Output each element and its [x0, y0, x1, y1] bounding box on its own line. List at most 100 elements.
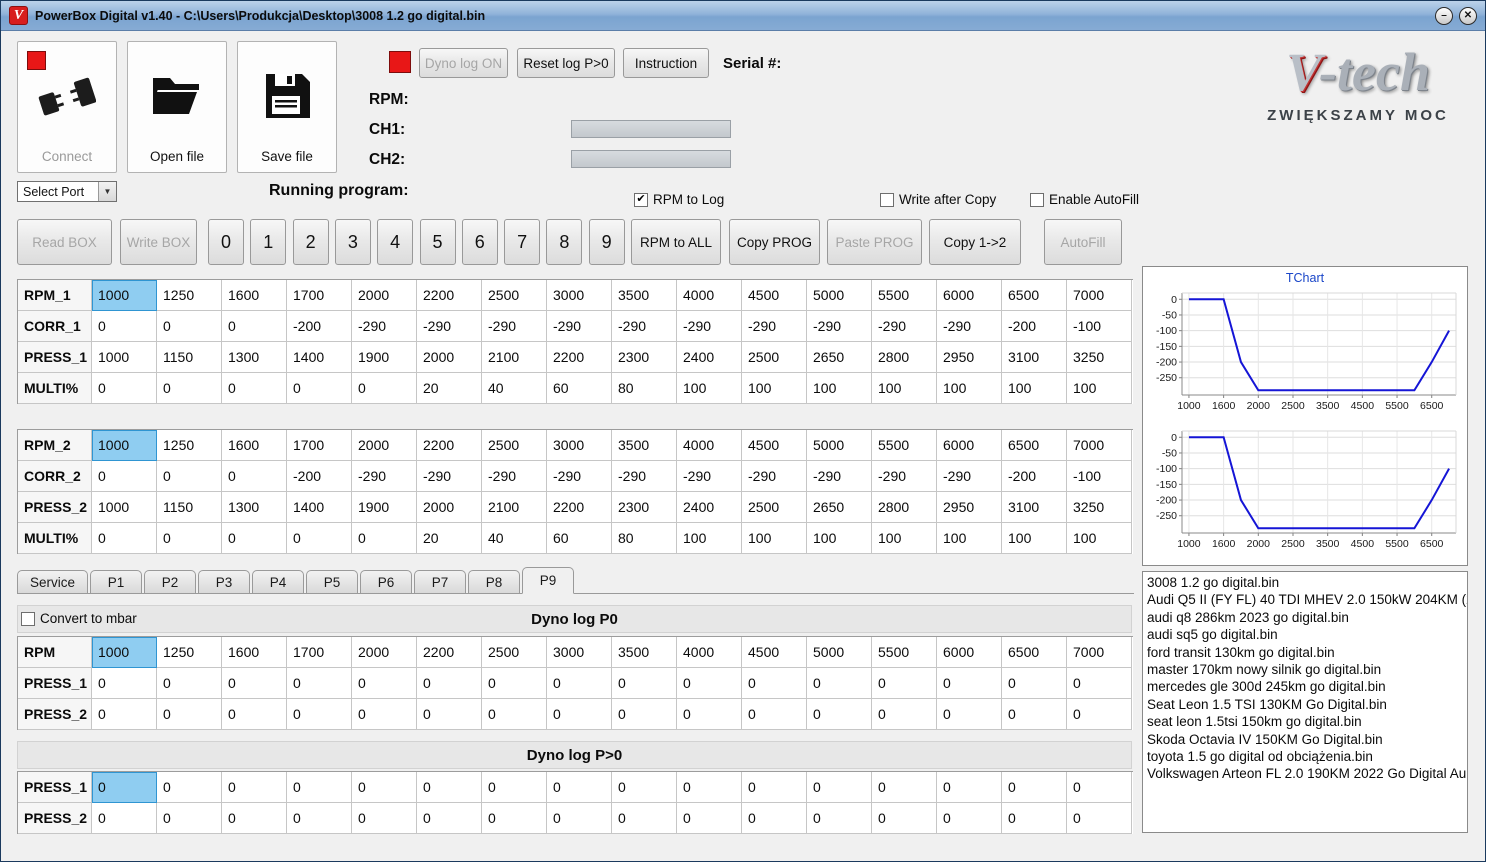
table-cell[interactable]: 0: [352, 772, 417, 803]
table-cell[interactable]: -200: [1002, 461, 1067, 492]
table-cell[interactable]: 7000: [1067, 637, 1132, 668]
table-cell[interactable]: -290: [482, 311, 547, 342]
table-cell[interactable]: 2000: [352, 430, 417, 461]
table-cell[interactable]: 4000: [677, 430, 742, 461]
table-cell[interactable]: 0: [92, 311, 157, 342]
table-cell[interactable]: 60: [547, 523, 612, 554]
table-cell[interactable]: 0: [872, 699, 937, 730]
table-cell[interactable]: 0: [287, 668, 352, 699]
table-cell[interactable]: -290: [352, 461, 417, 492]
table-cell[interactable]: 0: [417, 803, 482, 834]
table-cell[interactable]: 0: [92, 523, 157, 554]
table-cell[interactable]: 1000: [92, 342, 157, 373]
table-cell[interactable]: 0: [287, 523, 352, 554]
table-cell[interactable]: 0: [612, 772, 677, 803]
tab-p1[interactable]: P1: [90, 570, 143, 593]
number-button-5[interactable]: 5: [419, 219, 456, 265]
table-cell[interactable]: 5000: [807, 280, 872, 311]
table-cell[interactable]: 1300: [222, 342, 287, 373]
table-cell[interactable]: 100: [677, 373, 742, 404]
table-cell[interactable]: 0: [612, 699, 677, 730]
table-cell[interactable]: 0: [352, 803, 417, 834]
table-cell[interactable]: 100: [1067, 523, 1132, 554]
table-cell[interactable]: 0: [677, 803, 742, 834]
table-cell[interactable]: 3100: [1002, 492, 1067, 523]
table-cell[interactable]: 0: [352, 373, 417, 404]
table-cell[interactable]: 3000: [547, 280, 612, 311]
table-cell[interactable]: 6500: [1002, 430, 1067, 461]
table-cell[interactable]: 2650: [807, 342, 872, 373]
table-cell[interactable]: 20: [417, 373, 482, 404]
table-cell[interactable]: -290: [612, 311, 677, 342]
rpm-to-log-checkbox[interactable]: RPM to Log: [634, 192, 724, 207]
table-cell[interactable]: 0: [547, 668, 612, 699]
table-cell[interactable]: 0: [222, 373, 287, 404]
port-select[interactable]: Select Port ▼: [17, 181, 117, 202]
table-cell[interactable]: 0: [352, 668, 417, 699]
table-cell[interactable]: -100: [1067, 311, 1132, 342]
table-cell[interactable]: 0: [222, 803, 287, 834]
tab-p5[interactable]: P5: [306, 570, 359, 593]
table-cell[interactable]: 0: [222, 668, 287, 699]
table-cell[interactable]: 3000: [547, 430, 612, 461]
table-cell[interactable]: 5500: [872, 430, 937, 461]
table-cell[interactable]: 2000: [417, 492, 482, 523]
table-cell[interactable]: 6000: [937, 430, 1002, 461]
table-cell[interactable]: -290: [937, 461, 1002, 492]
table-cell[interactable]: 40: [482, 373, 547, 404]
table-cell[interactable]: 7000: [1067, 430, 1132, 461]
table-cell[interactable]: 0: [547, 772, 612, 803]
table-cell[interactable]: -290: [547, 461, 612, 492]
table-cell[interactable]: 1000: [92, 280, 157, 311]
table-cell[interactable]: 2500: [742, 342, 807, 373]
table-cell[interactable]: 3500: [612, 280, 677, 311]
table-cell[interactable]: 1150: [157, 342, 222, 373]
table-cell[interactable]: 100: [1067, 373, 1132, 404]
table-cell[interactable]: 2950: [937, 342, 1002, 373]
table-cell[interactable]: 100: [937, 523, 1002, 554]
table-cell[interactable]: 2400: [677, 492, 742, 523]
table-cell[interactable]: 100: [807, 523, 872, 554]
table-cell[interactable]: 0: [937, 772, 1002, 803]
table-cell[interactable]: 1700: [287, 430, 352, 461]
file-list-item[interactable]: audi q8 286km 2023 go digital.bin: [1143, 609, 1467, 626]
table-cell[interactable]: 40: [482, 523, 547, 554]
table-cell[interactable]: 0: [742, 803, 807, 834]
table-cell[interactable]: 100: [807, 373, 872, 404]
table-cell[interactable]: 1600: [222, 280, 287, 311]
table-cell[interactable]: 4500: [742, 430, 807, 461]
number-button-9[interactable]: 9: [588, 219, 625, 265]
rpm-to-all-button[interactable]: RPM to ALL: [631, 219, 721, 265]
table-cell[interactable]: 1400: [287, 342, 352, 373]
table-cell[interactable]: 0: [1067, 772, 1132, 803]
number-button-3[interactable]: 3: [334, 219, 371, 265]
table-cell[interactable]: 0: [157, 803, 222, 834]
table-cell[interactable]: 0: [742, 772, 807, 803]
table-cell[interactable]: 2300: [612, 342, 677, 373]
table-cell[interactable]: 4000: [677, 280, 742, 311]
table-cell[interactable]: 2800: [872, 342, 937, 373]
table-cell[interactable]: 5500: [872, 280, 937, 311]
file-list-item[interactable]: Volkswagen Arteon FL 2.0 190KM 2022 Go D…: [1143, 765, 1467, 782]
table-cell[interactable]: 1000: [92, 430, 157, 461]
table-cell[interactable]: 20: [417, 523, 482, 554]
table-cell[interactable]: 0: [1002, 699, 1067, 730]
table-cell[interactable]: 0: [417, 699, 482, 730]
table-cell[interactable]: 0: [287, 772, 352, 803]
table-cell[interactable]: -290: [937, 311, 1002, 342]
table-cell[interactable]: 3250: [1067, 342, 1132, 373]
table-cell[interactable]: -200: [1002, 311, 1067, 342]
table-cell[interactable]: 2500: [742, 492, 807, 523]
table-cell[interactable]: 2400: [677, 342, 742, 373]
table-cell[interactable]: 2100: [482, 492, 547, 523]
table-cell[interactable]: 1900: [352, 492, 417, 523]
table-cell[interactable]: 0: [677, 772, 742, 803]
convert-to-mbar-checkbox[interactable]: Convert to mbar: [21, 611, 137, 626]
table-cell[interactable]: 1900: [352, 342, 417, 373]
table-cell[interactable]: 0: [222, 772, 287, 803]
table-cell[interactable]: 0: [482, 668, 547, 699]
copy-prog-button[interactable]: Copy PROG: [729, 219, 820, 265]
table-cell[interactable]: -290: [417, 311, 482, 342]
table-cell[interactable]: 0: [872, 772, 937, 803]
table-cell[interactable]: 0: [157, 699, 222, 730]
